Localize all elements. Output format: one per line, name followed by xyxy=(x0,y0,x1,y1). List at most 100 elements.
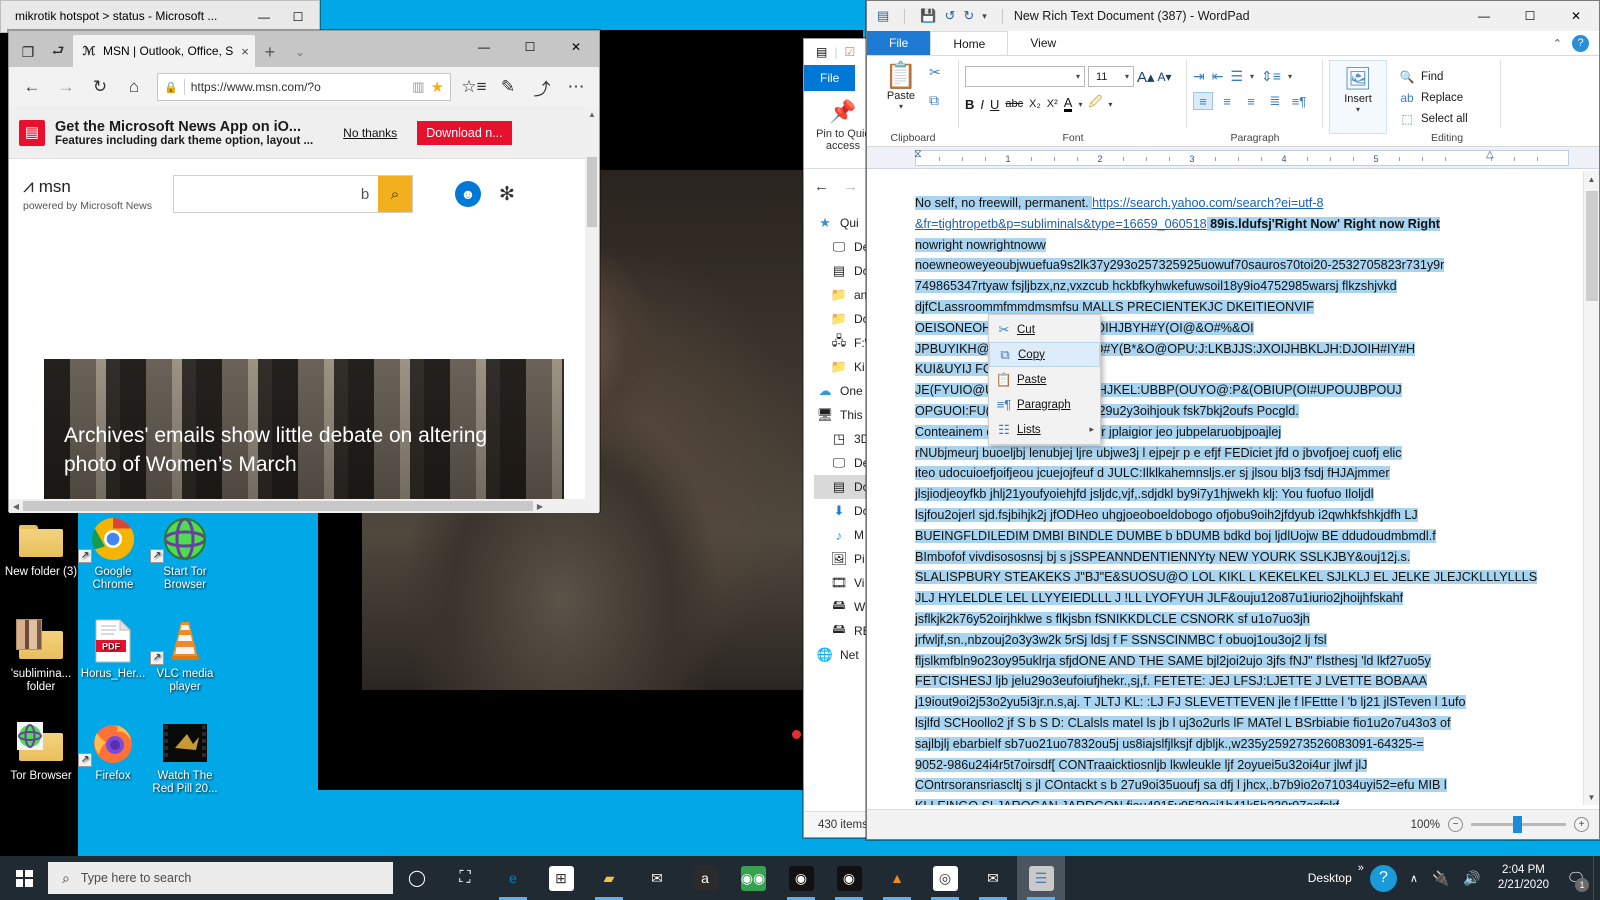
tab-file[interactable]: File xyxy=(804,65,856,91)
minimize-button[interactable]: — xyxy=(1461,1,1507,31)
web-notes-icon[interactable]: ✎ xyxy=(491,70,525,104)
account-avatar-icon[interactable]: ☻ xyxy=(455,181,481,207)
document-line[interactable]: rNUbjmeurj buoeljbj lenubjej ljre ubjwe3… xyxy=(915,443,1567,464)
zoom-slider[interactable] xyxy=(1471,816,1566,833)
grow-font-icon[interactable]: A▴ xyxy=(1137,68,1155,86)
forward-icon[interactable]: → xyxy=(843,178,858,195)
scissors-icon[interactable]: ✂ xyxy=(929,64,941,81)
document-line[interactable]: FETCISHESJ ljb jelu29o3eufoiufjhekr.,sj,… xyxy=(915,671,1567,692)
highlight-icon[interactable]: 🖉 xyxy=(1088,93,1102,115)
photo-app-taskbar-icon[interactable]: ◉ xyxy=(825,856,873,900)
home-icon[interactable]: ⌂ xyxy=(117,70,151,104)
set-aside-icon[interactable]: ⮐ xyxy=(43,37,73,67)
undo-icon[interactable]: ↺ xyxy=(944,8,955,24)
paint-taskbar-icon[interactable]: ✉ xyxy=(969,856,1017,900)
chevron-down-icon[interactable]: ▾ xyxy=(1076,72,1080,81)
paste-dropdown-icon[interactable]: ▾ xyxy=(873,102,929,111)
desktop-icon-firefox[interactable]: ↗ Firefox xyxy=(76,719,150,783)
zoom-slider-knob[interactable] xyxy=(1513,816,1522,833)
more-icon[interactable]: ⋯ xyxy=(559,70,593,104)
start-button[interactable] xyxy=(0,856,48,900)
window-buttons[interactable]: — ☐ ✕ xyxy=(1461,1,1599,31)
chevron-down-icon[interactable]: ▾ xyxy=(1250,72,1254,81)
save-icon[interactable]: 💾 xyxy=(920,8,936,24)
copy-icon[interactable]: ⧉ xyxy=(929,92,941,109)
page-vertical-scrollbar[interactable]: ▲ xyxy=(585,107,599,513)
right-indent-marker[interactable]: △ xyxy=(1486,149,1494,160)
font-family-combo[interactable]: ▾ xyxy=(965,66,1085,87)
zoom-out-button[interactable]: − xyxy=(1448,817,1463,832)
paste-button[interactable]: 📋 Paste ▾ xyxy=(873,60,929,111)
close-button[interactable]: ✕ xyxy=(1553,1,1599,31)
tab-home[interactable]: Home xyxy=(930,31,1009,55)
bullets-icon[interactable]: ☰ xyxy=(1230,68,1243,85)
line-spacing-icon[interactable]: ⇕≡ xyxy=(1261,68,1281,85)
document-line[interactable]: sajlbjlj ebarbielf sb7uo21uo7832ou5j us8… xyxy=(915,734,1567,755)
edge-browser-window[interactable]: ❐ ⮐ ℳ MSN | Outlook, Office, S × + ⌄ — ☐… xyxy=(8,30,600,513)
document-line[interactable]: KLLEINGO SLJAROGAN JARDGON fjou4915y9539… xyxy=(915,796,1567,805)
edge-taskbar-icon[interactable]: e xyxy=(489,856,537,900)
minimize-button[interactable]: — xyxy=(461,31,507,63)
edge-tab-msn[interactable]: ℳ MSN | Outlook, Office, S × xyxy=(73,35,255,67)
window-buttons[interactable]: — ☐ xyxy=(247,1,315,32)
show-desktop-button[interactable] xyxy=(1593,856,1600,900)
tripadvisor-taskbar-icon[interactable]: ◉◉ xyxy=(729,856,777,900)
notifications-icon[interactable]: 🗨 1 xyxy=(1559,856,1593,900)
search-input[interactable] xyxy=(174,176,352,212)
italic-button[interactable]: I xyxy=(980,97,984,112)
back-icon[interactable]: ← xyxy=(15,70,49,104)
file-explorer-taskbar-icon[interactable]: ▰ xyxy=(585,856,633,900)
refresh-icon[interactable]: ↻ xyxy=(83,70,117,104)
document-line[interactable]: fljslkmfbln9o23oy95uklrja sfjdONE AND TH… xyxy=(915,651,1567,672)
cortana-icon[interactable]: ◯ xyxy=(393,856,441,900)
redo-icon[interactable]: ↻ xyxy=(963,8,974,24)
search-input[interactable]: ⌕ Type here to search xyxy=(48,862,393,894)
ruler-strip[interactable]: 1 2 3 4 5 ⧖ △ xyxy=(914,148,1569,166)
desktop-label[interactable]: Desktop xyxy=(1302,871,1358,885)
wordpad-ruler[interactable]: 1 2 3 4 5 ⧖ △ xyxy=(867,147,1599,169)
chevron-up-icon[interactable]: ∧ xyxy=(1403,872,1425,885)
wordpad-window[interactable]: ▤ 💾 ↺ ↻ ▾ New Rich Text Document (387) -… xyxy=(866,0,1600,840)
context-menu-item-lists[interactable]: ☷ Lists ▸ xyxy=(989,417,1100,442)
maximize-button[interactable]: ☐ xyxy=(507,31,553,63)
context-menu-item-cut[interactable]: ✂ Cut xyxy=(989,317,1100,342)
properties-icon[interactable]: ▤ xyxy=(816,45,827,59)
minimize-button[interactable]: — xyxy=(247,1,281,32)
desktop-icon-new-folder[interactable]: New folder (3) xyxy=(4,515,78,579)
edge-navigation-bar[interactable]: ← → ↻ ⌂ 🔒 https://www.msn.com/?o ▥ ★ ☆≡ … xyxy=(9,67,599,107)
context-menu-item-paragraph[interactable]: ≡¶ Paragraph xyxy=(989,392,1100,417)
document-line[interactable]: jlsjiodjeoyfkb jhlj21youfyoiehjfd jsljdc… xyxy=(915,484,1567,505)
chevron-down-icon[interactable]: ▾ xyxy=(1288,72,1292,81)
hyperlink[interactable]: &fr=tightropetb&p=subliminals&type=16659… xyxy=(915,217,1207,231)
document-line[interactable]: No self, no freewill, permanent. https:/… xyxy=(915,193,1567,214)
chevron-down-icon[interactable]: ▾ xyxy=(1125,72,1129,81)
volume-icon[interactable]: 🔊 xyxy=(1456,870,1487,887)
close-button[interactable]: ✕ xyxy=(553,31,599,63)
maximize-button[interactable]: ☐ xyxy=(1507,1,1553,31)
no-thanks-link[interactable]: No thanks xyxy=(343,126,397,140)
paragraph-settings-icon[interactable]: ≡¶ xyxy=(1289,92,1309,110)
system-tray[interactable]: Desktop » ? ∧ 🔌 🔊 2:04 PM 2/21/2020 🗨 1 xyxy=(1302,856,1600,900)
font-size-combo[interactable]: 11 ▾ xyxy=(1088,66,1134,87)
book-icon[interactable]: ▥ xyxy=(412,79,424,95)
align-center-icon[interactable]: ≡ xyxy=(1217,92,1237,110)
wordpad-page[interactable]: No self, no freewill, permanent. https:/… xyxy=(915,191,1567,805)
tab-preview-icon[interactable]: ❐ xyxy=(13,37,43,67)
edge-page-content[interactable]: ▤ Get the Microsoft News App on iO... Fe… xyxy=(9,107,599,513)
bold-button[interactable]: B xyxy=(965,97,974,112)
search-icon[interactable]: ⌕ xyxy=(378,176,412,212)
chevron-down-icon[interactable]: ⌄ xyxy=(285,37,315,67)
subscript-button[interactable]: X₂ xyxy=(1029,98,1041,110)
page-horizontal-scrollbar[interactable]: ◀ ▶ xyxy=(9,499,585,513)
increase-indent-icon[interactable]: ⇤ xyxy=(1212,68,1224,85)
scroll-left-icon[interactable]: ◀ xyxy=(9,502,23,511)
zoom-in-button[interactable]: + xyxy=(1574,817,1589,832)
insert-dropdown-icon[interactable]: ▾ xyxy=(1330,105,1386,114)
wordpad-ribbon[interactable]: 📋 Paste ▾ ✂ ⧉ Clipboard ▾ 11 ▾ A▴ A▾ B I… xyxy=(867,55,1599,147)
desktop-icon-subliminal-folder[interactable]: 'sublimina... folder xyxy=(4,617,78,694)
msn-logo[interactable]: ⩘ msn powered by Microsoft News xyxy=(23,176,173,212)
clock[interactable]: 2:04 PM 2/21/2020 xyxy=(1488,863,1559,893)
document-line[interactable]: BImbofof vivdisososnsj bj s jSSPEANNDENT… xyxy=(915,547,1567,568)
scroll-up-icon[interactable]: ▲ xyxy=(585,107,599,121)
taskbar-app-list[interactable]: e ⊞ ▰ ✉ a ◉◉ ◉ ◉ ▲ ◎ ✉ ☰ xyxy=(489,856,1065,900)
